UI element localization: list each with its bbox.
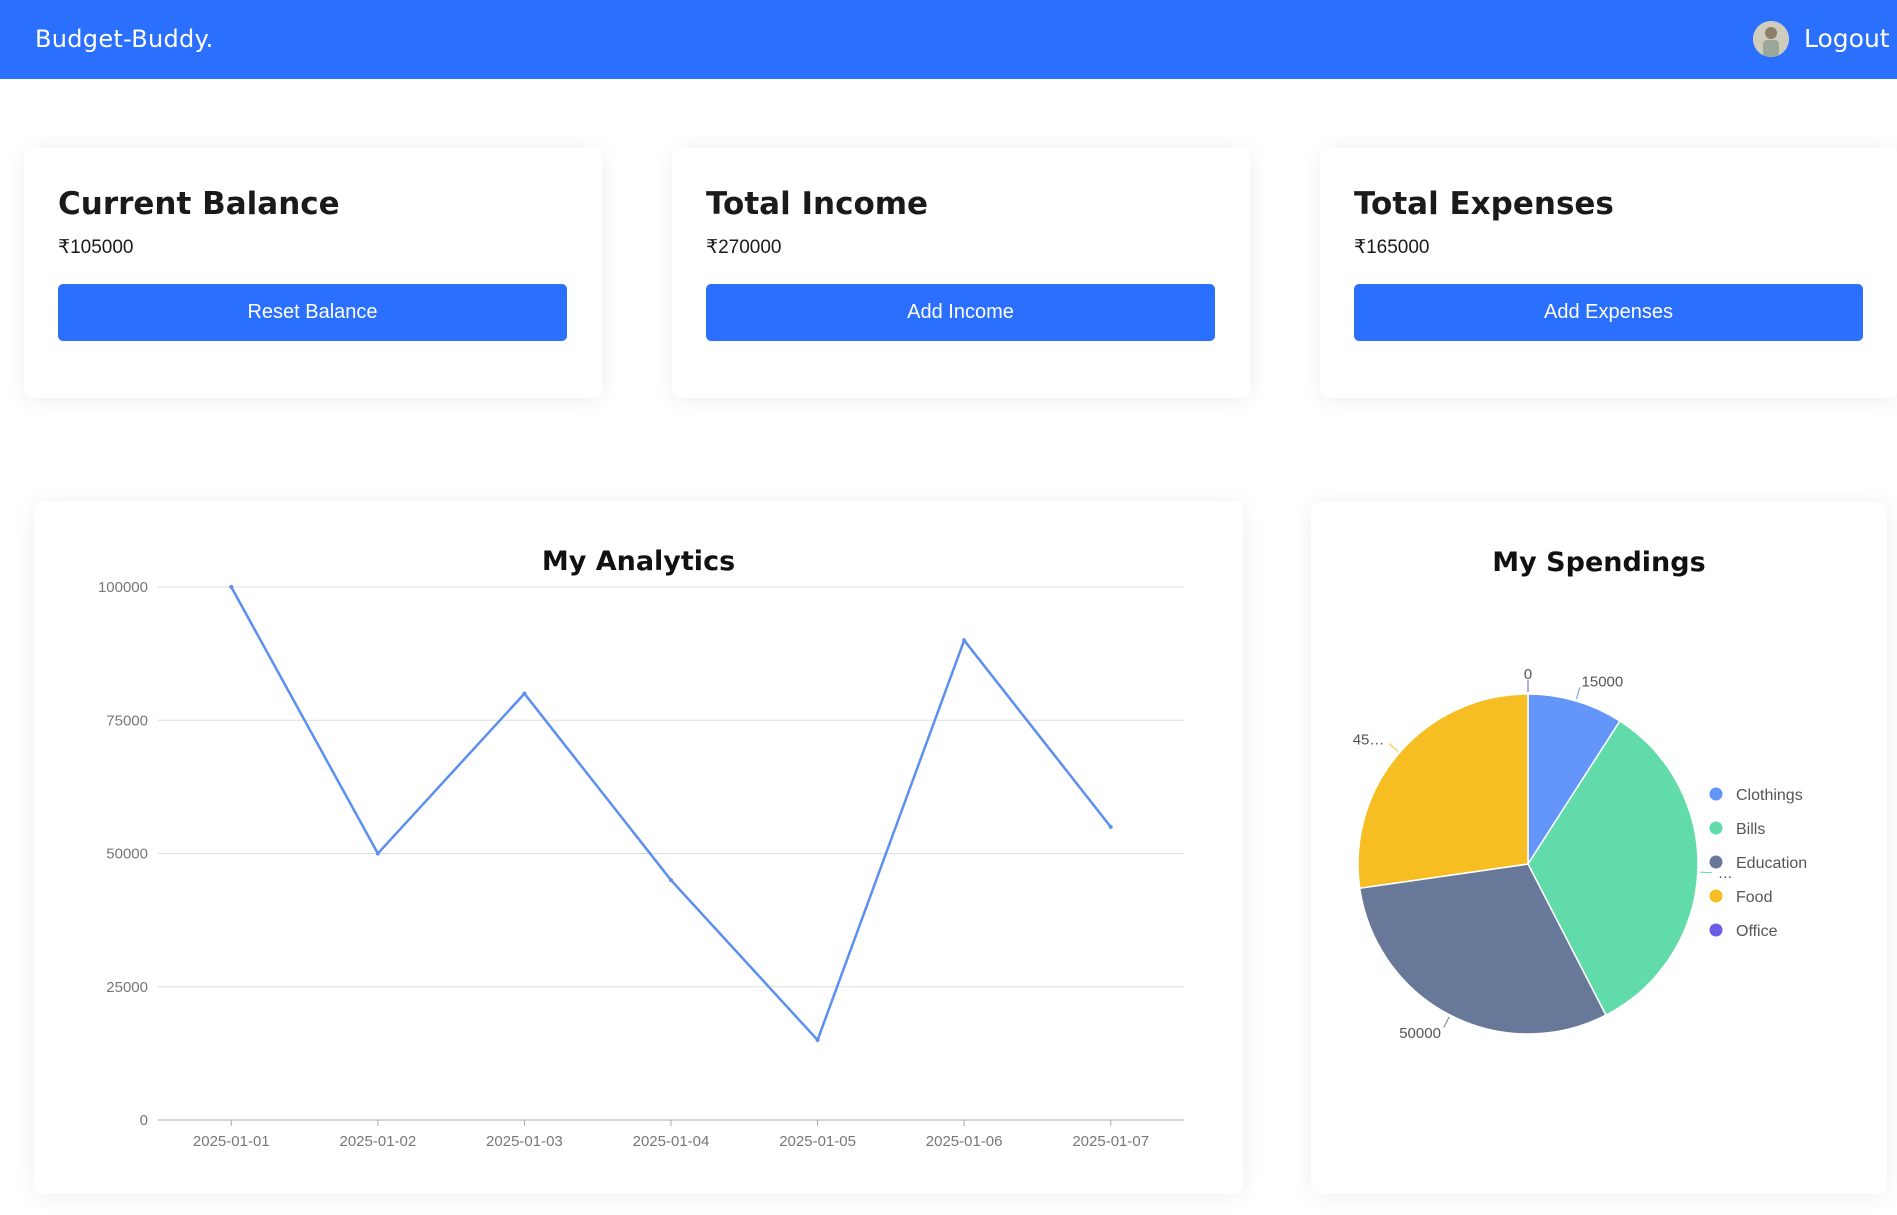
legend-label[interactable]: Office xyxy=(1736,923,1778,940)
pie-data-label: … xyxy=(1718,865,1733,882)
line-point[interactable] xyxy=(522,691,527,696)
pie-data-label: 0 xyxy=(1524,666,1532,683)
legend-swatch xyxy=(1709,889,1723,903)
x-tick-label: 2025-01-03 xyxy=(486,1133,563,1150)
spendings-card: My Spendings 15000… 50000 45… 0 Clothings Bil… xyxy=(1311,502,1887,1194)
pie-data-label: 50000 xyxy=(1399,1025,1441,1042)
line-point[interactable] xyxy=(962,638,967,643)
pie-label-line xyxy=(1699,871,1712,874)
pie-label-line xyxy=(1443,1016,1450,1028)
pie-data-label: 15000 xyxy=(1582,674,1624,691)
legend-label[interactable]: Education xyxy=(1736,855,1807,872)
total-expenses-card: Total Expenses ₹165000 Add Expenses xyxy=(1320,148,1897,398)
legend-label[interactable]: Clothings xyxy=(1736,787,1803,804)
current-balance-card: Current Balance ₹105000 Reset Balance xyxy=(24,148,602,398)
x-tick-label: 2025-01-06 xyxy=(926,1133,1003,1150)
legend-label[interactable]: Food xyxy=(1736,889,1772,906)
y-tick-label: 50000 xyxy=(106,846,148,863)
legend-swatch xyxy=(1709,923,1723,937)
x-tick-label: 2025-01-05 xyxy=(779,1133,856,1150)
legend-swatch xyxy=(1709,787,1723,801)
x-tick-label: 2025-01-02 xyxy=(339,1133,416,1150)
line-point[interactable] xyxy=(229,585,234,589)
line-point[interactable] xyxy=(1108,824,1113,829)
y-tick-label: 75000 xyxy=(106,712,148,729)
card-value: ₹165000 xyxy=(1354,237,1430,258)
card-title: Total Expenses xyxy=(1354,186,1614,222)
card-title: Total Income xyxy=(706,186,929,222)
total-income-card: Total Income ₹270000 Add Income xyxy=(672,148,1250,398)
x-tick-label: 2025-01-07 xyxy=(1072,1133,1149,1150)
line-series[interactable] xyxy=(230,586,1112,1043)
analytics-line-chart: 0 25000 50000 75000 100000 2025-01-01 2025-01-… xyxy=(98,579,1184,1150)
add-income-button[interactable]: Add Income xyxy=(706,284,1215,341)
card-value: ₹270000 xyxy=(706,237,782,258)
pie-data-label: 45… xyxy=(1353,732,1385,749)
pie-slice[interactable] xyxy=(1357,693,1529,890)
legend-label[interactable]: Bills xyxy=(1736,821,1765,838)
x-tick-label: 2025-01-04 xyxy=(633,1133,710,1150)
line-point[interactable] xyxy=(815,1038,820,1043)
line-point[interactable] xyxy=(669,878,673,883)
card-title: Current Balance xyxy=(58,186,340,222)
pie-label-line xyxy=(1575,687,1581,700)
analytics-card: My Analytics 0 25000 50000 75000 100000 2025-… xyxy=(34,501,1243,1194)
legend-swatch xyxy=(1709,821,1723,835)
user-avatar[interactable] xyxy=(1753,21,1789,57)
add-expenses-button[interactable]: Add Expenses xyxy=(1354,284,1863,341)
logout-button[interactable]: Logout xyxy=(1804,24,1890,53)
y-tick-label: 25000 xyxy=(106,979,148,996)
y-tick-label: 100000 xyxy=(98,579,148,596)
line-point[interactable] xyxy=(375,851,380,856)
legend-swatch xyxy=(1709,855,1723,869)
reset-balance-button[interactable]: Reset Balance xyxy=(58,284,567,341)
card-value: ₹105000 xyxy=(58,237,134,258)
y-tick-label: 0 xyxy=(140,1112,148,1129)
brand-logo[interactable]: Budget-Buddy. xyxy=(35,25,214,53)
top-navbar: Budget-Buddy. Logout xyxy=(0,0,1897,79)
pie-label-line xyxy=(1388,743,1399,752)
x-tick-label: 2025-01-01 xyxy=(193,1133,270,1150)
spendings-pie-chart: 15000 … 50000 45… 0 Clothings Bills Education Fo… xyxy=(1353,666,1807,1042)
